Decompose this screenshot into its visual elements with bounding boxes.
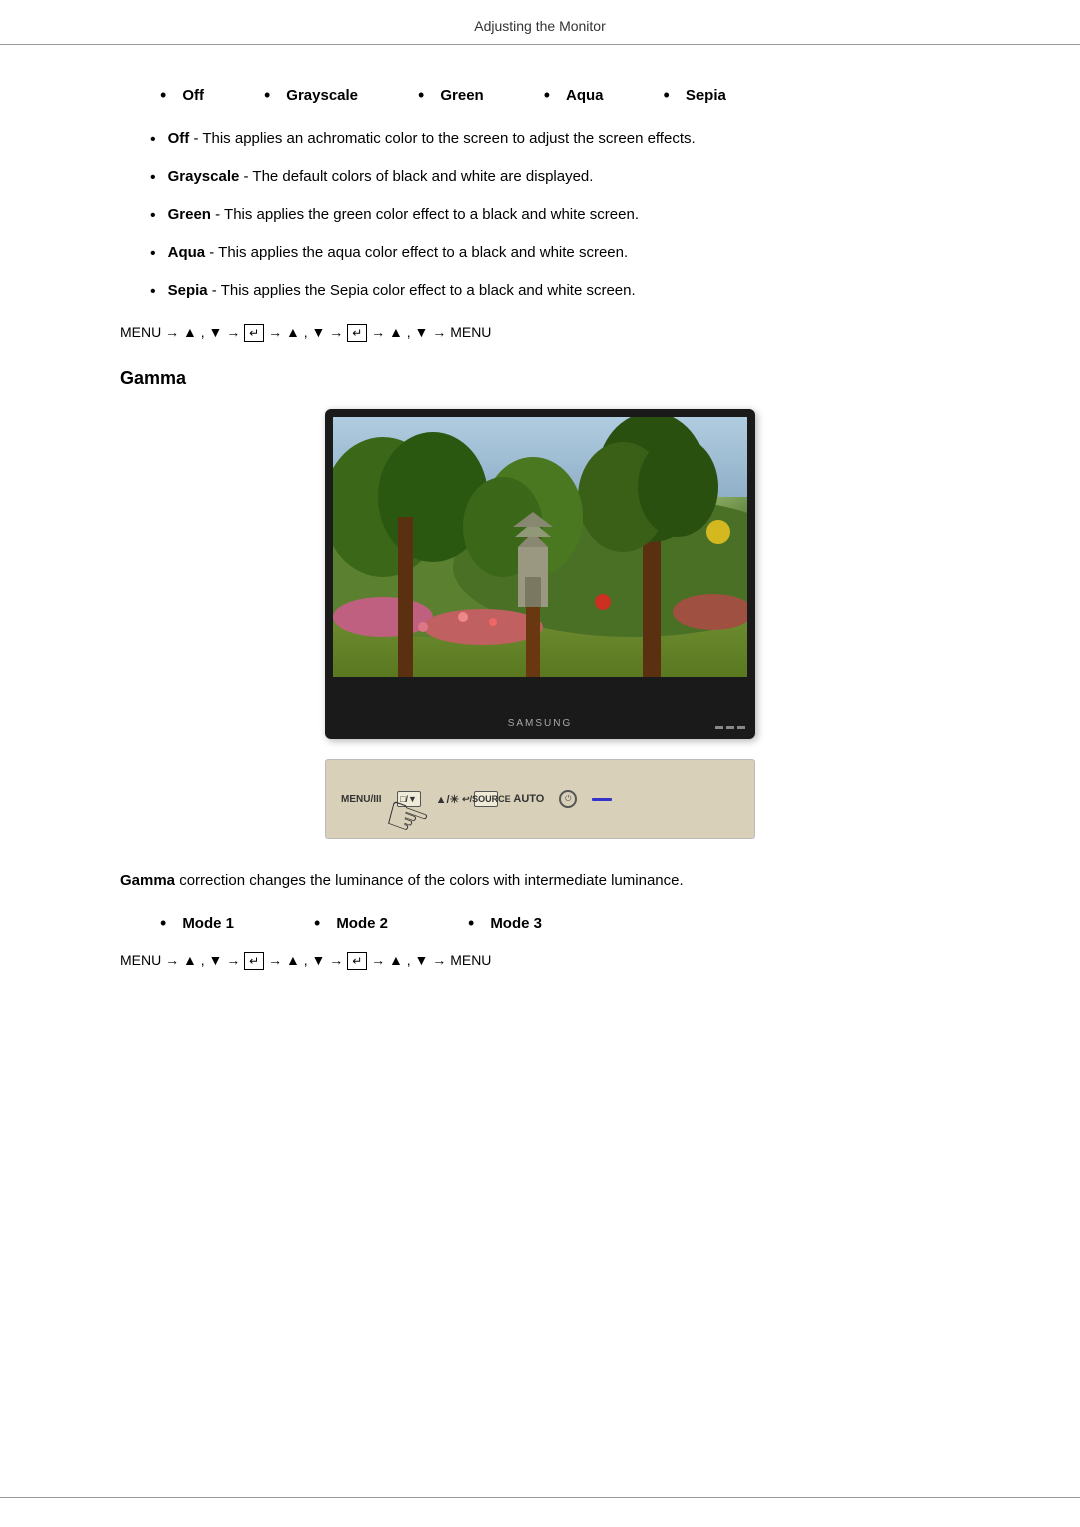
list-item-green-text: Green - This applies the green color eff… — [168, 204, 639, 227]
option-grayscale: • Grayscale — [264, 85, 358, 106]
gamma-section: Gamma — [120, 368, 960, 968]
source-icon: ↩/SOURCE — [474, 791, 498, 807]
nav-button-2: ▲/☀ — [436, 793, 460, 806]
option-sepia-label: Sepia — [686, 87, 726, 104]
control-dot-3 — [737, 726, 745, 729]
color-options-row: • Off • Grayscale • Green • Aqua • Sepia — [120, 85, 960, 106]
auto-label: AUTO — [513, 793, 544, 805]
power-dash — [592, 798, 612, 801]
gamma-bold: Gamma — [120, 872, 175, 889]
monitor-screen — [333, 417, 747, 677]
nav-label-2: ▲/☀ — [436, 793, 460, 806]
page-title: Adjusting the Monitor — [474, 18, 606, 34]
mode-options-row: • Mode 1 • Mode 2 • Mode 3 — [120, 913, 960, 934]
bullet-descriptions: Off - This applies an achromatic color t… — [120, 128, 960, 304]
bullet-green: • — [418, 85, 424, 106]
monitor-controls — [715, 726, 745, 729]
gamma-text: correction changes the luminance of the … — [175, 872, 684, 889]
bullet-mode1: • — [160, 913, 166, 934]
power-button: ⏻ — [559, 790, 577, 808]
list-item-aqua: Aqua - This applies the aqua color effec… — [120, 242, 960, 266]
mode-2-label: Mode 2 — [336, 915, 388, 932]
mode-3-label: Mode 3 — [490, 915, 542, 932]
option-sepia: • Sepia — [664, 85, 726, 106]
menu-button: MENU/III — [341, 794, 382, 805]
list-item-sepia-text: Sepia - This applies the Sepia color eff… — [168, 280, 636, 303]
menu-path-2: MENU → ▲ , ▼ → ↵ → ▲ , ▼ → ↵ → ▲ , ▼ → M… — [120, 952, 960, 968]
mode-3-item: • Mode 3 — [468, 913, 542, 934]
menu-label: MENU/III — [341, 794, 382, 805]
control-dot-2 — [726, 726, 734, 729]
bullet-grayscale: • — [264, 85, 270, 106]
gamma-heading: Gamma — [120, 368, 960, 389]
monitor-frame: SAMSUNG — [325, 409, 755, 739]
menu-path-1: MENU → ▲ , ▼ → ↵ → ▲ , ▼ → ↵ → ▲ , ▼ → M… — [120, 324, 960, 340]
auto-button: AUTO — [513, 793, 544, 805]
option-aqua: • Aqua — [544, 85, 604, 106]
bullet-mode2: • — [314, 913, 320, 934]
list-item-off: Off - This applies an achromatic color t… — [120, 128, 960, 152]
mode-2-item: • Mode 2 — [314, 913, 388, 934]
list-item-off-text: Off - This applies an achromatic color t… — [168, 128, 696, 151]
monitor-brand: SAMSUNG — [508, 718, 573, 729]
list-item-grayscale-text: Grayscale - The default colors of black … — [168, 166, 594, 189]
option-aqua-label: Aqua — [566, 87, 604, 104]
option-grayscale-label: Grayscale — [286, 87, 358, 104]
list-item-sepia: Sepia - This applies the Sepia color eff… — [120, 280, 960, 304]
bullet-aqua: • — [544, 85, 550, 106]
page-header: Adjusting the Monitor — [0, 0, 1080, 45]
list-item-grayscale: Grayscale - The default colors of black … — [120, 166, 960, 190]
mode-1-label: Mode 1 — [182, 915, 234, 932]
mode-1-item: • Mode 1 — [160, 913, 234, 934]
bullet-sepia: • — [664, 85, 670, 106]
option-green-label: Green — [440, 87, 483, 104]
bullet-off: • — [160, 85, 166, 106]
list-item-green: Green - This applies the green color eff… — [120, 204, 960, 228]
screen-content — [333, 417, 747, 677]
control-panel-container: MENU/III □/▼ ▲/☀ ↩/SOURCE AUTO ⏻ — [120, 759, 960, 839]
control-dot-1 — [715, 726, 723, 729]
list-item-aqua-text: Aqua - This applies the aqua color effec… — [168, 242, 629, 265]
monitor-image-container: SAMSUNG — [120, 409, 960, 739]
garden-scene — [333, 417, 747, 677]
gamma-description: Gamma correction changes the luminance o… — [120, 869, 960, 893]
bullet-mode3: • — [468, 913, 474, 934]
option-off-label: Off — [182, 87, 204, 104]
source-button: ↩/SOURCE — [474, 791, 498, 807]
page-footer — [0, 1497, 1080, 1527]
option-green: • Green — [418, 85, 484, 106]
option-off: • Off — [160, 85, 204, 106]
